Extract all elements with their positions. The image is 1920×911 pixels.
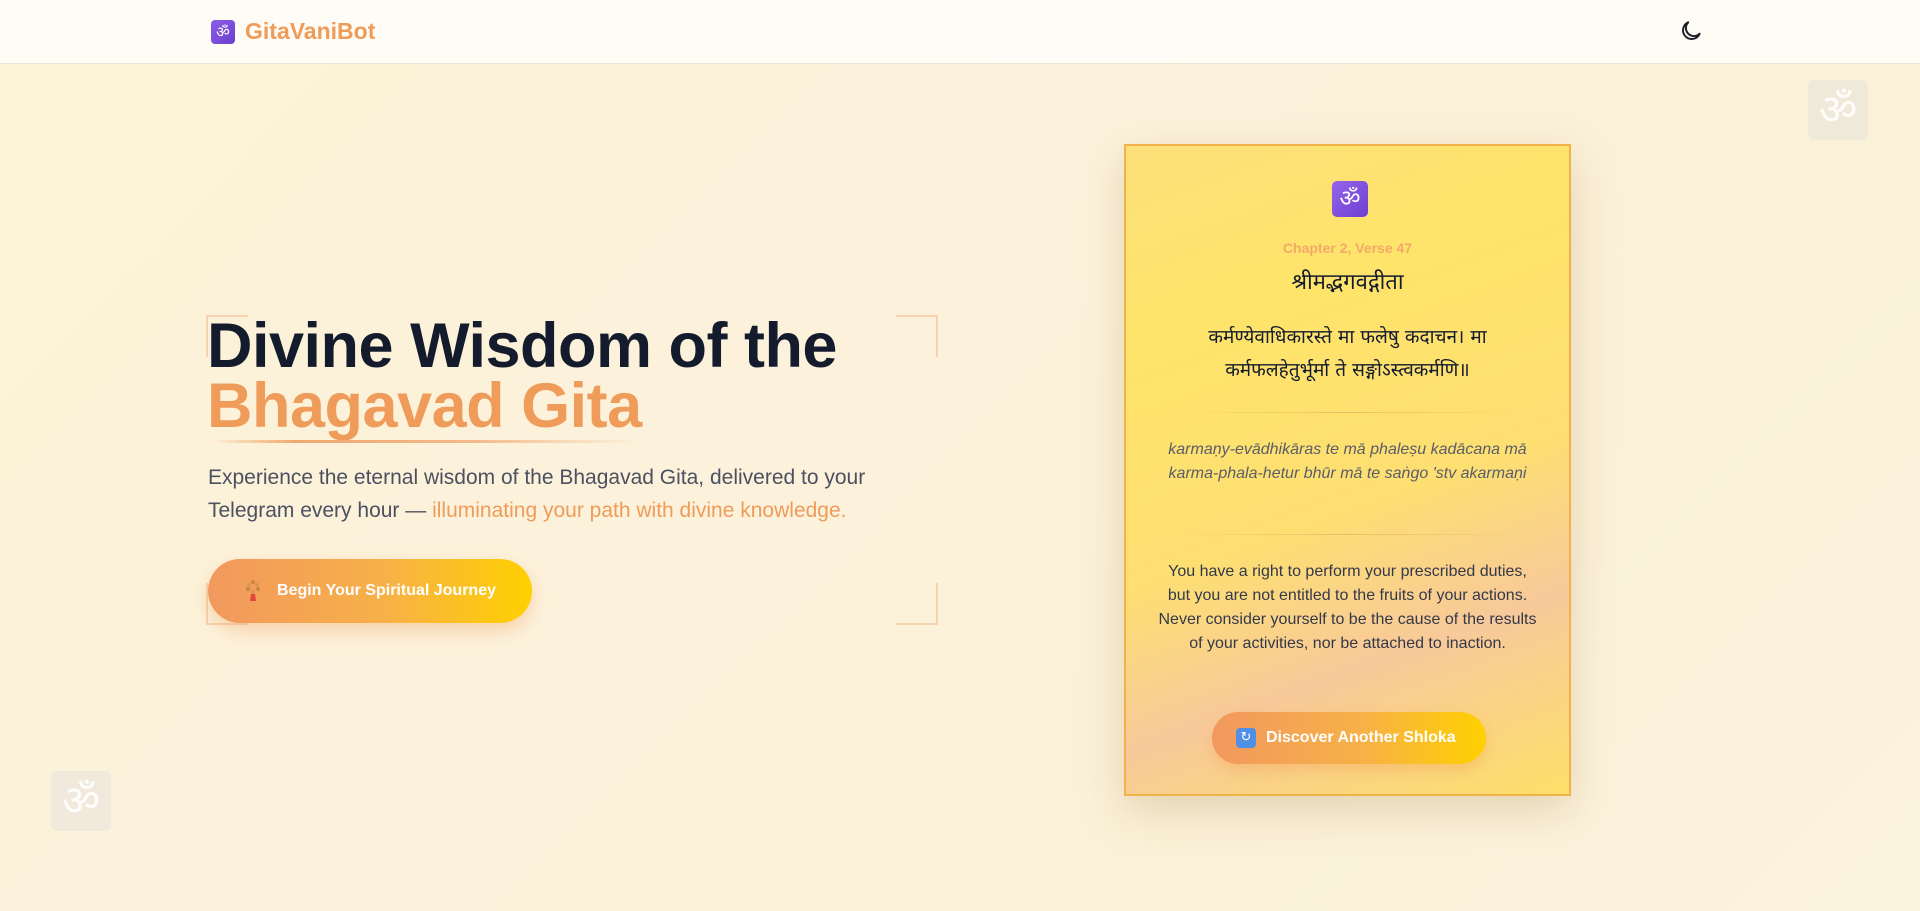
hero-subtitle-highlight: illuminating your path with divine knowl… [432, 499, 847, 522]
hero-title-accent: Bhagavad Gita [207, 371, 642, 441]
frame-corner [896, 315, 938, 357]
theme-toggle-button[interactable] [1678, 18, 1704, 44]
om-icon: ॐ [1332, 181, 1368, 217]
chapter-verse-label: Chapter 2, Verse 47 [1282, 240, 1413, 256]
discover-another-shloka-label: Discover Another Shloka [1266, 729, 1456, 746]
prayer-beads-icon [243, 579, 263, 603]
brand-name: GitaVaniBot [245, 18, 376, 44]
sanskrit-verse: कर्मण्येवाधिकारस्ते मा फलेषु कदाचन। मा क… [1166, 321, 1529, 387]
translation: You have a right to perform your prescri… [1158, 563, 1537, 652]
shloka-card-title: श्रीमद्भगवद्गीता [1291, 270, 1404, 295]
refresh-icon: ↻ [1236, 728, 1256, 748]
frame-corner [896, 583, 938, 625]
brand-logo-link[interactable]: ॐ GitaVaniBot [211, 18, 375, 45]
om-icon: ॐ [51, 771, 111, 831]
begin-journey-label: Begin Your Spiritual Journey [277, 582, 496, 599]
discover-another-shloka-button[interactable]: ↻ Discover Another Shloka [1212, 712, 1486, 764]
divider [1176, 412, 1519, 413]
om-icon: ॐ [211, 19, 235, 44]
sanskrit-line: कर्मफलहेतुर्भूर्मा ते सङ्गोऽस्त्वकर्मणि॥ [1225, 359, 1470, 381]
hero-subtitle: Experience the eternal wisdom of the Bha… [208, 461, 908, 527]
om-icon: ॐ [1808, 80, 1868, 140]
sanskrit-line: कर्मण्येवाधिकारस्ते मा फलेषु कदाचन। मा [1208, 326, 1487, 348]
begin-journey-button[interactable]: Begin Your Spiritual Journey [208, 559, 532, 623]
navbar: ॐ GitaVaniBot [0, 0, 1920, 64]
moon-icon [1682, 21, 1701, 40]
transliteration: karmaṇy-evādhikāras te mā phaleṣu kadāca… [1168, 441, 1527, 482]
hero-title: Divine Wisdom of the Bhagavad Gita [207, 315, 837, 441]
shloka-card: ॐ Chapter 2, Verse 47 श्रीमद्भगवद्गीता क… [1124, 144, 1571, 796]
title-underline [210, 440, 640, 443]
divider [1176, 534, 1519, 535]
